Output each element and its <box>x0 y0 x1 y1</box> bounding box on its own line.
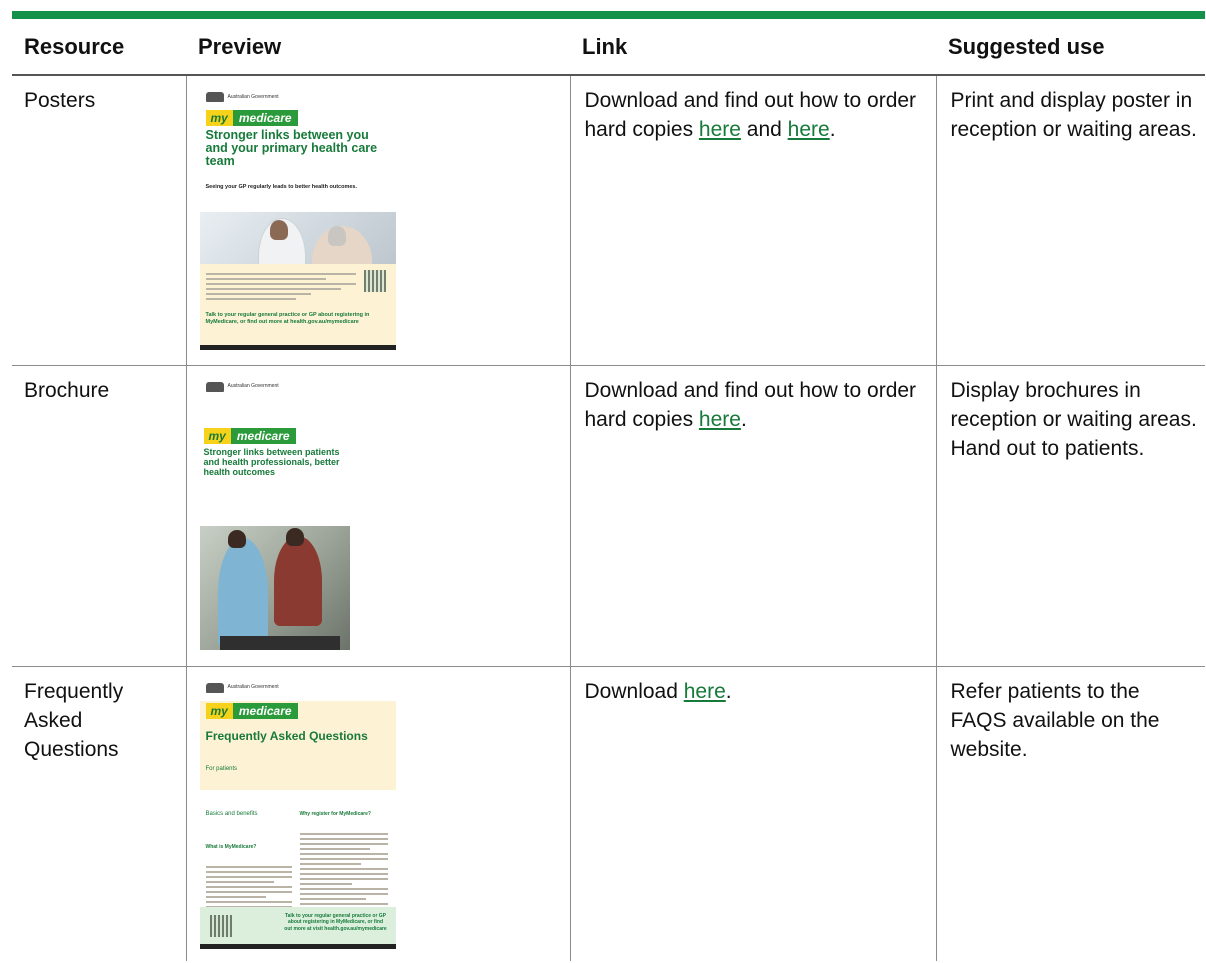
header-accent-bar <box>12 11 1205 19</box>
download-link-2[interactable]: here <box>788 118 830 141</box>
preview-cell: Australian Government my medicare Frequen… <box>186 666 571 961</box>
gov-logo: Australian Government <box>205 380 350 394</box>
qr-code-icon <box>209 914 232 937</box>
header-preview: Preview <box>186 19 570 76</box>
faq-header-panel: my medicare Frequently Asked Questions Fo… <box>199 700 396 790</box>
suggested-use: Print and display poster in reception or… <box>936 75 1205 366</box>
preview-cell: Australian Government my medicare Stronge… <box>186 75 571 366</box>
gov-logo: Australian Government <box>205 90 396 104</box>
poster-footer-panel: Talk to your regular general practice or… <box>199 264 396 350</box>
resource-name: Posters <box>12 75 187 366</box>
brochure-preview-image: Australian Government my medicare Stronge… <box>199 377 350 650</box>
crest-icon <box>205 92 224 102</box>
gov-logo: Australian Government <box>205 681 396 695</box>
suggested-use: Refer patients to the FAQS available on … <box>950 679 1160 761</box>
download-link-1[interactable]: here <box>699 408 741 431</box>
header-suggested-use: Suggested use <box>936 19 1205 76</box>
poster-preview-image: Australian Government my medicare Stronge… <box>199 88 396 350</box>
preview-title: Stronger links between patients and heal… <box>203 446 340 477</box>
table-header-row: Resource Preview Link Suggested use <box>12 19 1205 76</box>
mymedicare-logo: my medicare <box>205 110 318 126</box>
download-link-1[interactable]: here <box>699 118 741 141</box>
crest-icon <box>205 381 224 392</box>
preview-subtitle: Seeing your GP regularly leads to better… <box>205 184 358 190</box>
qr-code-icon <box>363 270 386 292</box>
preview-title: Frequently Asked Questions <box>205 728 368 743</box>
faq-footer-panel: Talk to your regular general practice or… <box>199 906 396 944</box>
download-link-1[interactable]: here <box>684 680 726 703</box>
header-link: Link <box>570 19 936 76</box>
crest-icon <box>205 682 224 693</box>
resource-name: Frequently Asked Questions <box>12 666 187 961</box>
resources-table: Resource Preview Link Suggested use Post… <box>12 19 1205 961</box>
mymedicare-logo: my medicare <box>203 427 300 444</box>
table-row: Posters Australian Government my medicare… <box>12 75 1205 366</box>
header-resource: Resource <box>12 19 186 76</box>
mymedicare-logo: my medicare <box>205 702 308 719</box>
preview-cell: Australian Government my medicare Stronge… <box>186 365 571 667</box>
table-row: Frequently Asked Questions Australian Go… <box>12 666 1205 961</box>
resource-name: Brochure <box>12 365 187 667</box>
preview-title: Stronger links between you and your prim… <box>205 128 378 168</box>
link-cell: Download and find out how to order hard … <box>570 75 937 366</box>
suggested-use: Display brochures in reception or waitin… <box>936 365 1205 667</box>
link-cell: Download and find out how to order hard … <box>570 365 937 667</box>
table-row: Brochure Australian Government my medicar… <box>12 365 1205 667</box>
link-cell: Download here. <box>570 666 937 961</box>
nurse-patient-photo <box>199 525 350 650</box>
faq-preview-image: Australian Government my medicare Frequen… <box>199 678 396 949</box>
